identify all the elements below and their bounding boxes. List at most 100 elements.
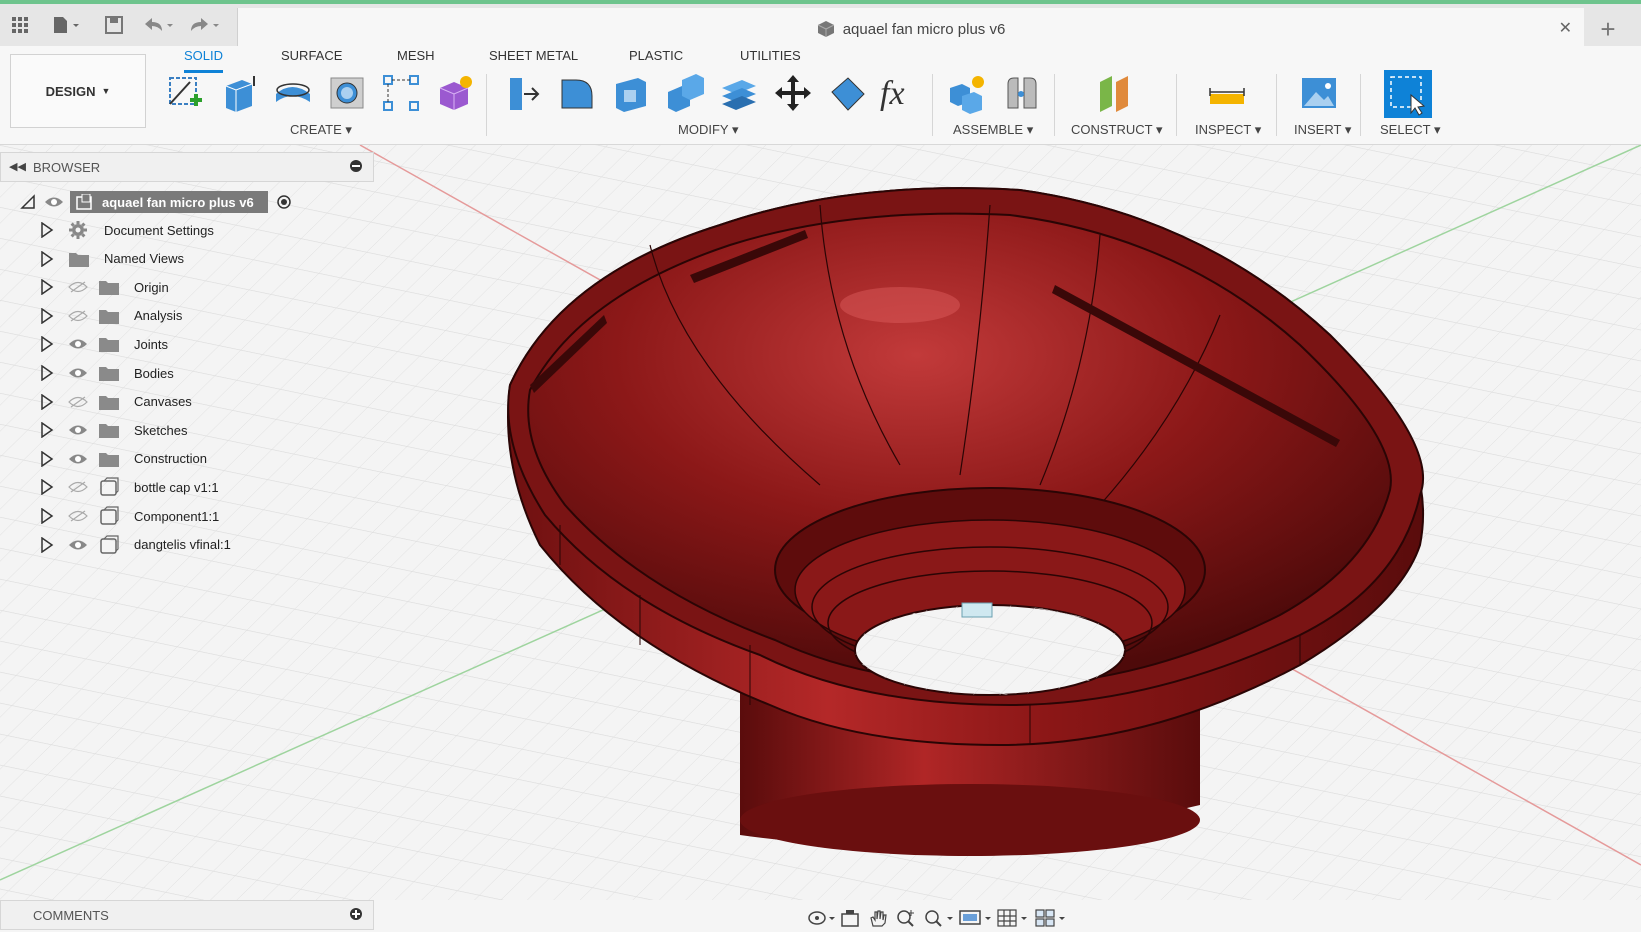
shell-icon[interactable] — [608, 70, 654, 116]
browser-item[interactable]: Origin — [40, 273, 169, 301]
select-group-label[interactable]: SELECT ▾ — [1380, 122, 1440, 138]
apps-grid-icon[interactable] — [0, 8, 40, 42]
browser-item[interactable]: Document Settings — [40, 216, 214, 244]
create-sketch-icon[interactable] — [162, 70, 208, 116]
browser-item-label: Origin — [134, 279, 169, 295]
tab-solid[interactable]: SOLID — [184, 46, 224, 73]
zoom-icon[interactable] — [894, 906, 920, 930]
look-at-icon[interactable] — [838, 906, 864, 930]
expand-triangle-icon[interactable] — [40, 279, 68, 296]
collapse-triangle-icon[interactable] — [20, 194, 44, 210]
new-component-icon[interactable] — [944, 70, 990, 116]
expand-triangle-icon[interactable] — [40, 393, 68, 410]
browser-item[interactable]: bottle cap v1:1 — [40, 473, 219, 501]
divider — [486, 74, 487, 136]
orbit-icon[interactable] — [806, 906, 836, 930]
move-icon[interactable] — [770, 70, 816, 116]
browser-item[interactable]: Canvases — [40, 388, 192, 416]
expand-triangle-icon[interactable] — [40, 422, 68, 439]
hole-icon[interactable] — [324, 70, 370, 116]
browser-item[interactable]: Component1:1 — [40, 502, 219, 530]
expand-triangle-icon[interactable] — [40, 479, 68, 496]
browser-item[interactable]: Sketches — [40, 416, 187, 444]
create-group-label[interactable]: CREATE ▾ — [290, 122, 352, 138]
offset-plane-icon[interactable] — [1092, 70, 1138, 116]
press-pull-icon[interactable] — [500, 70, 546, 116]
browser-item-label: Canvases — [134, 394, 192, 410]
joint-icon[interactable] — [998, 70, 1044, 116]
file-menu-icon[interactable] — [44, 8, 88, 42]
comments-panel-header: COMMENTS — [0, 900, 374, 930]
eye-hidden-icon[interactable] — [68, 309, 98, 323]
eye-hidden-icon[interactable] — [68, 395, 98, 409]
activate-radio-icon[interactable] — [276, 194, 292, 210]
browser-item[interactable]: Analysis — [40, 302, 182, 330]
new-tab-button[interactable]: + — [1588, 12, 1628, 46]
comments-title: COMMENTS — [33, 908, 109, 923]
parameters-icon[interactable]: fx — [878, 70, 924, 116]
tab-mesh[interactable]: MESH — [397, 46, 435, 70]
browser-item[interactable]: Named Views — [40, 245, 184, 273]
expand-triangle-icon[interactable] — [40, 450, 68, 467]
expand-triangle-icon[interactable] — [40, 222, 68, 238]
pan-icon[interactable] — [866, 906, 892, 930]
browser-item[interactable]: dangtelis vfinal:1 — [40, 531, 231, 559]
navigation-bar — [806, 904, 1106, 932]
browser-panel-header: ◀◀ BROWSER — [0, 152, 374, 182]
save-icon[interactable] — [94, 8, 134, 42]
construct-group-label[interactable]: CONSTRUCT ▾ — [1071, 122, 1163, 138]
panel-pin-icon[interactable] — [349, 159, 363, 173]
model-viewport[interactable] — [0, 145, 1641, 900]
workspace-switcher[interactable]: DESIGN ▼ — [10, 54, 146, 128]
expand-triangle-icon[interactable] — [40, 307, 68, 324]
eye-hidden-icon[interactable] — [68, 280, 98, 294]
expand-triangle-icon[interactable] — [40, 250, 68, 267]
pattern-icon[interactable] — [378, 70, 424, 116]
tab-sheet-metal[interactable]: SHEET METAL — [489, 46, 578, 70]
modify-group-label[interactable]: MODIFY ▾ — [678, 122, 738, 138]
tab-surface[interactable]: SURFACE — [281, 46, 342, 70]
tab-plastic[interactable]: PLASTIC — [629, 46, 683, 70]
inspect-group-label[interactable]: INSPECT ▾ — [1195, 122, 1261, 138]
align-icon[interactable] — [824, 70, 870, 116]
combine-icon[interactable] — [662, 70, 708, 116]
add-comment-icon[interactable] — [349, 907, 363, 921]
component-root-label[interactable]: aquael fan micro plus v6 — [70, 191, 268, 213]
create-form-icon[interactable] — [432, 70, 478, 116]
redo-icon[interactable] — [182, 8, 228, 42]
tab-utilities[interactable]: UTILITIES — [740, 46, 801, 70]
select-icon[interactable] — [1384, 70, 1432, 118]
insert-group-label[interactable]: INSERT ▾ — [1294, 122, 1351, 138]
browser-item[interactable]: Bodies — [40, 359, 174, 387]
grid-settings-icon[interactable] — [996, 906, 1032, 930]
expand-triangle-icon[interactable] — [40, 508, 68, 524]
insert-image-icon[interactable] — [1296, 70, 1342, 116]
revolve-icon[interactable] — [270, 70, 316, 116]
eye-hidden-icon[interactable] — [68, 480, 98, 494]
measure-icon[interactable] — [1204, 70, 1250, 116]
browser-item[interactable]: Joints — [40, 330, 168, 358]
browser-root-row[interactable]: aquael fan micro plus v6 — [20, 188, 292, 216]
eye-icon[interactable] — [44, 195, 70, 209]
undo-icon[interactable] — [136, 8, 182, 42]
viewports-icon[interactable] — [1034, 906, 1070, 930]
browser-item[interactable]: Construction — [40, 445, 207, 473]
extrude-icon[interactable] — [216, 70, 262, 116]
document-tab[interactable]: aquael fan micro plus v6 ✕ — [237, 8, 1584, 50]
expand-triangle-icon[interactable] — [40, 336, 68, 353]
close-tab-icon[interactable]: ✕ — [1559, 18, 1572, 38]
fit-icon[interactable] — [922, 906, 956, 930]
collapse-panel-icon[interactable]: ◀◀ — [9, 160, 26, 173]
expand-triangle-icon[interactable] — [40, 365, 68, 381]
eye-icon[interactable] — [68, 452, 98, 466]
eye-icon[interactable] — [68, 423, 98, 437]
eye-icon[interactable] — [68, 538, 98, 552]
fillet-icon[interactable] — [554, 70, 600, 116]
eye-icon[interactable] — [68, 337, 98, 351]
expand-triangle-icon[interactable] — [40, 536, 68, 553]
display-settings-icon[interactable] — [958, 906, 994, 930]
eye-icon[interactable] — [68, 366, 98, 380]
assemble-group-label[interactable]: ASSEMBLE ▾ — [953, 122, 1033, 138]
eye-hidden-icon[interactable] — [68, 509, 98, 523]
offset-face-icon[interactable] — [716, 70, 762, 116]
